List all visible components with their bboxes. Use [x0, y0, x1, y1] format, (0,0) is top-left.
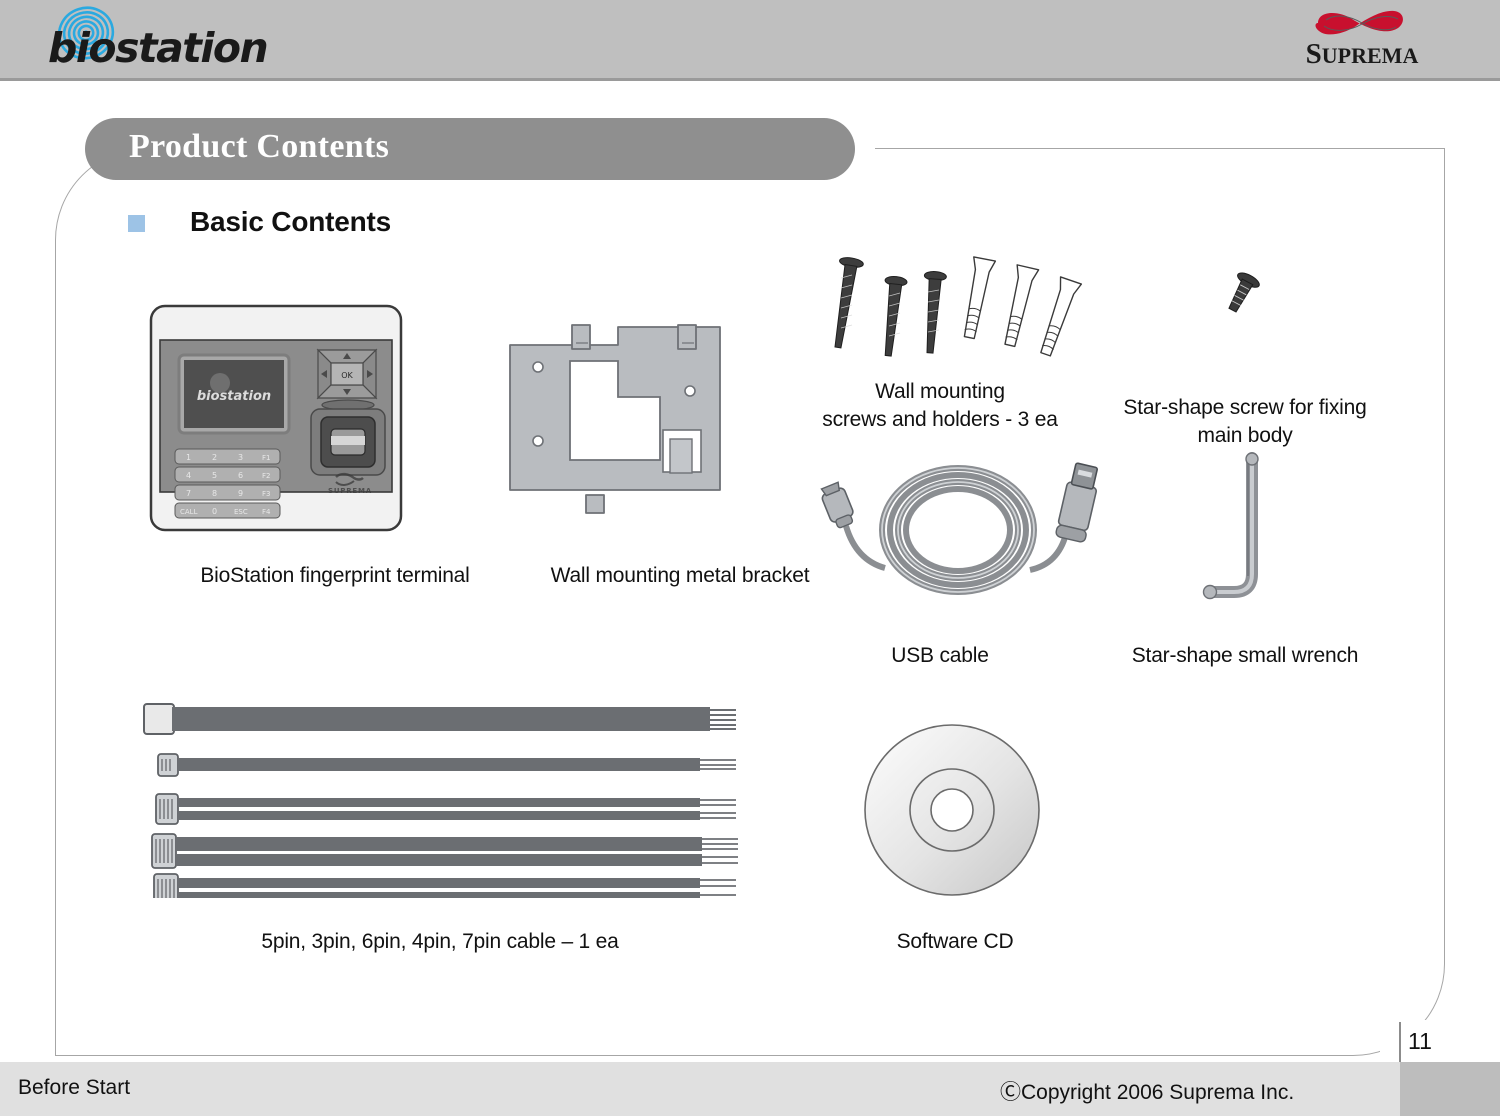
biostation-terminal-image: biostation OK SUPREMA 1 2 3 F1 4 5 6 F2 … — [149, 304, 403, 532]
svg-text:7: 7 — [186, 489, 191, 498]
caption-usb: USB cable — [891, 644, 989, 667]
svg-text:F4: F4 — [262, 508, 271, 516]
svg-text:1: 1 — [186, 453, 191, 462]
section-bullet-icon — [128, 215, 145, 232]
suprema-logo: SUPREMA — [1272, 6, 1452, 72]
software-cd-image — [864, 724, 1040, 896]
footer-copyright: ⒸCopyright 2006 Suprema Inc. — [1000, 1081, 1295, 1104]
page-title: Product Contents — [129, 128, 390, 165]
caption-screws: Wall mounting screws and holders - 3 ea — [805, 378, 1075, 433]
svg-text:ESC: ESC — [234, 508, 248, 516]
svg-text:4: 4 — [186, 471, 191, 480]
svg-text:SUPREMA: SUPREMA — [328, 487, 372, 495]
svg-text:CALL: CALL — [180, 508, 198, 516]
caption-star-screw: Star-shape screw for fixing main body — [1100, 394, 1390, 449]
svg-text:8: 8 — [212, 489, 217, 498]
svg-text:F3: F3 — [262, 490, 270, 498]
page-number: 11 — [1408, 1028, 1432, 1054]
svg-text:5: 5 — [212, 471, 217, 480]
footer-section-label: Before Start — [18, 1076, 131, 1099]
svg-text:OK: OK — [341, 371, 353, 380]
svg-text:0: 0 — [212, 507, 217, 516]
page-header: biostation SUPREMA — [0, 0, 1500, 81]
suprema-wordmark: SUPREMA — [1305, 38, 1419, 70]
caption-cables: 5pin, 3pin, 6pin, 4pin, 7pin cable – 1 e… — [261, 930, 619, 953]
svg-text:2: 2 — [212, 453, 217, 462]
wall-bracket-image — [509, 324, 721, 514]
caption-wrench: Star-shape small wrench — [1131, 644, 1359, 667]
svg-text:3: 3 — [238, 453, 243, 462]
pin-cables-image — [143, 703, 738, 898]
svg-text:biostation: biostation — [197, 389, 271, 404]
star-screw-image — [1228, 272, 1260, 313]
biostation-logo: biostation — [48, 6, 348, 72]
caption-star-screw-line1: Star-shape screw for fixing — [1123, 396, 1367, 419]
svg-text:F2: F2 — [262, 472, 270, 480]
caption-cd: Software CD — [896, 930, 1014, 953]
wall-screws-and-holders-image — [834, 256, 1083, 357]
svg-text:6: 6 — [238, 471, 243, 480]
usb-cable-image — [820, 462, 1098, 595]
biostation-wordmark: biostation — [48, 24, 269, 72]
page-number-divider — [1399, 1022, 1401, 1064]
svg-text:F1: F1 — [262, 454, 270, 462]
footer-accent-block — [1400, 1062, 1500, 1116]
section-heading: Basic Contents — [190, 206, 392, 237]
caption-screws-line2: screws and holders - 3 ea — [822, 407, 1058, 431]
svg-text:9: 9 — [238, 489, 243, 498]
infinity-icon — [1315, 10, 1403, 35]
caption-star-screw-line2: main body — [1197, 423, 1293, 447]
frame-bottom-notch — [1380, 1020, 1500, 1060]
star-wrench-image — [1202, 452, 1259, 600]
caption-screws-line1: Wall mounting — [875, 380, 1005, 403]
slide-title-pill: Product Contents — [85, 118, 855, 180]
